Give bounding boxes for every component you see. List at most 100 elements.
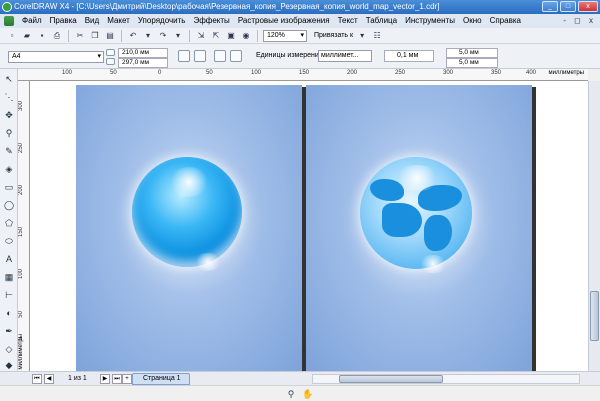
rectangle-tool-icon[interactable]: ▭	[3, 181, 15, 193]
horizontal-scroll-thumb[interactable]	[339, 375, 443, 383]
undo-icon[interactable]: ↶	[127, 30, 139, 42]
horizontal-scrollbar[interactable]	[312, 374, 580, 384]
paper-type-select[interactable]: A4	[8, 51, 104, 63]
first-page-icon[interactable]: ⏮	[32, 374, 42, 384]
copy-icon[interactable]: ❐	[89, 30, 101, 42]
duplicate-distance-x-field[interactable]: 5,0 мм	[446, 48, 498, 58]
interactive-blend-icon[interactable]: ◐	[3, 307, 15, 319]
maximize-button[interactable]: □	[560, 1, 576, 12]
ruler-tick: 200	[347, 70, 358, 76]
outline-tool-icon[interactable]: ◇	[3, 343, 15, 355]
zoom-level-select[interactable]: 120%	[263, 29, 307, 42]
all-pages-icon[interactable]	[214, 50, 226, 62]
menu-edit[interactable]: Правка	[46, 14, 81, 28]
add-page-icon[interactable]: +	[122, 374, 132, 384]
right-artboard[interactable]	[306, 85, 532, 371]
title-bar: CorelDRAW X4 - [C:\Users\Дмитрий\Desktop…	[0, 0, 600, 14]
property-bar: A4 210,0 мм 297,0 мм Единицы измерения: …	[0, 45, 600, 69]
paper-width-field[interactable]: 210,0 мм	[118, 48, 168, 58]
options-icon[interactable]: ☷	[371, 30, 383, 42]
menu-view[interactable]: Вид	[81, 14, 103, 28]
snap-to-dropdown[interactable]: Привязать к	[310, 32, 353, 39]
corel-online-icon[interactable]: ◉	[240, 30, 252, 42]
pick-tool-icon[interactable]: ↖	[3, 73, 15, 85]
zoom-icon[interactable]: ⚲	[286, 389, 296, 399]
document-window-controls[interactable]: - ◻ x	[563, 14, 596, 28]
import-icon[interactable]: ⇲	[195, 30, 207, 42]
export-icon[interactable]: ⇱	[210, 30, 222, 42]
ruler-unit-label: миллиметры	[548, 70, 585, 76]
freehand-tool-icon[interactable]: ✎	[3, 145, 15, 157]
ruler-tick: 150	[299, 70, 310, 76]
fill-tool-icon[interactable]: ◆	[3, 359, 15, 371]
minimize-button[interactable]: _	[542, 1, 558, 12]
menu-window[interactable]: Окно	[459, 14, 486, 28]
next-page-icon[interactable]: ▶	[100, 374, 110, 384]
portrait-icon[interactable]	[178, 50, 190, 62]
continent-shape	[424, 215, 452, 251]
globe-highlight	[394, 165, 440, 191]
horizontal-ruler[interactable]: 100 50 0 50 100 150 200 250 300 350 400 …	[18, 69, 588, 81]
menu-bar: Файл Правка Вид Макет Упорядочить Эффект…	[0, 14, 600, 28]
shape-tool-icon[interactable]: ⋱	[3, 91, 15, 103]
paper-height-field[interactable]: 297,0 мм	[118, 58, 168, 68]
open-icon[interactable]: ▰	[21, 30, 33, 42]
ruler-tick: 250	[395, 70, 406, 76]
prev-page-icon[interactable]: ◀	[44, 374, 54, 384]
menu-tools[interactable]: Инструменты	[401, 14, 459, 28]
table-tool-icon[interactable]: ▦	[3, 271, 15, 283]
smart-fill-icon[interactable]: ◈	[3, 163, 15, 175]
undo-dropdown-icon[interactable]: ▾	[142, 30, 154, 42]
ruler-tick: 50	[110, 70, 117, 76]
save-icon[interactable]: ▪	[36, 30, 48, 42]
menu-file[interactable]: Файл	[18, 14, 46, 28]
cut-icon[interactable]: ✂	[74, 30, 86, 42]
polygon-tool-icon[interactable]: ⬠	[3, 217, 15, 229]
paste-icon[interactable]: ▤	[104, 30, 116, 42]
ruler-tick: 100	[18, 269, 24, 280]
page-count: 1 из 1	[68, 375, 87, 382]
coreldraw-app-icon	[2, 2, 12, 12]
crop-tool-icon[interactable]: ✥	[3, 109, 15, 121]
nudge-distance-field[interactable]: 0,1 мм	[384, 50, 434, 62]
last-page-icon[interactable]: ⏭	[112, 374, 122, 384]
redo-dropdown-icon[interactable]: ▾	[172, 30, 184, 42]
units-select[interactable]: миллимет...	[318, 50, 372, 62]
zoom-tool-icon[interactable]: ⚲	[3, 127, 15, 139]
application-launcher-icon[interactable]: ▣	[225, 30, 237, 42]
basic-shapes-icon[interactable]: ⬭	[3, 235, 15, 247]
menu-effects[interactable]: Эффекты	[189, 14, 233, 28]
new-icon[interactable]: ▫	[6, 30, 18, 42]
text-tool-icon[interactable]: A	[3, 253, 15, 265]
duplicate-distance-y-field[interactable]: 5,0 мм	[446, 58, 498, 68]
vertical-scrollbar[interactable]	[588, 81, 600, 371]
page-tab[interactable]: Страница 1	[132, 373, 190, 385]
redo-icon[interactable]: ↷	[157, 30, 169, 42]
menu-bitmaps[interactable]: Растровые изображения	[234, 14, 334, 28]
ellipse-tool-icon[interactable]: ◯	[3, 199, 15, 211]
menu-text[interactable]: Текст	[334, 14, 362, 28]
current-page-icon[interactable]	[230, 50, 242, 62]
menu-layout[interactable]: Макет	[103, 14, 134, 28]
coreldraw-window: CorelDRAW X4 - [C:\Users\Дмитрий\Desktop…	[0, 0, 600, 401]
pan-hand-icon[interactable]: ✋	[302, 389, 313, 399]
vertical-ruler[interactable]: 300 250 200 150 100 50 0 миллиметры	[18, 81, 30, 371]
menu-arrange[interactable]: Упорядочить	[134, 14, 190, 28]
menu-help[interactable]: Справка	[486, 14, 525, 28]
toolbox: ↖ ⋱ ✥ ⚲ ✎ ◈ ▭ ◯ ⬠ ⬭ A ▦ ⊢ ◐ ✒ ◇ ◆	[0, 69, 18, 371]
left-artboard[interactable]	[76, 85, 302, 371]
landscape-icon[interactable]	[194, 50, 206, 62]
document-menu-icon[interactable]	[4, 16, 14, 26]
ruler-tick: 0	[158, 70, 162, 76]
ruler-tick: 400	[526, 70, 537, 76]
snap-dropdown-icon[interactable]: ▾	[356, 30, 368, 42]
window-title: CorelDRAW X4 - [C:\Users\Дмитрий\Desktop…	[14, 2, 440, 11]
ruler-tick: 100	[251, 70, 262, 76]
menu-table[interactable]: Таблица	[362, 14, 401, 28]
drawing-canvas[interactable]	[30, 81, 588, 371]
vertical-scroll-thumb[interactable]	[590, 291, 599, 341]
print-icon[interactable]: ⎙	[51, 30, 63, 42]
close-button[interactable]: x	[578, 1, 598, 12]
eyedropper-icon[interactable]: ✒	[3, 325, 15, 337]
dimension-tool-icon[interactable]: ⊢	[3, 289, 15, 301]
